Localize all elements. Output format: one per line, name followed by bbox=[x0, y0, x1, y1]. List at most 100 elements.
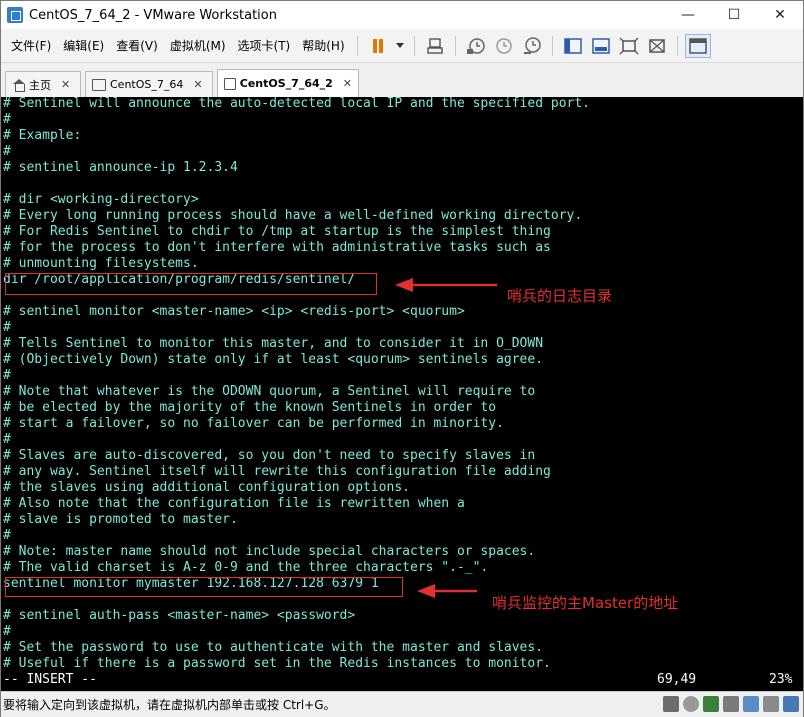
menu-vm[interactable]: 虚拟机(M) bbox=[164, 37, 232, 54]
terminal-line: # bbox=[3, 144, 11, 159]
terminal-line: # bbox=[3, 624, 11, 639]
tab-close-icon[interactable]: ✕ bbox=[193, 78, 202, 91]
home-icon bbox=[12, 78, 26, 92]
status-bar: 要将输入定向到该虚拟机，请在虚拟机内部单击或按 Ctrl+G。 bbox=[1, 691, 803, 717]
snapshot-button[interactable] bbox=[463, 34, 489, 58]
menu-edit[interactable]: 编辑(E) bbox=[57, 37, 110, 54]
status-message: 要将输入定向到该虚拟机，请在虚拟机内部单击或按 Ctrl+G。 bbox=[3, 698, 336, 712]
tab-label: CentOS_7_64_2 bbox=[239, 77, 333, 90]
snapshot-manager-button[interactable] bbox=[519, 34, 545, 58]
close-button[interactable]: ✕ bbox=[757, 1, 803, 29]
console-view-button[interactable] bbox=[588, 34, 614, 58]
window-controls: — ☐ ✕ bbox=[665, 1, 803, 29]
menu-file[interactable]: 文件(F) bbox=[5, 37, 57, 54]
toolbar-separator bbox=[676, 35, 678, 56]
terminal-line: # Tells Sentinel to monitor this master,… bbox=[3, 336, 544, 351]
hard-disk-icon[interactable] bbox=[663, 696, 679, 712]
tab-centos-7-64-2[interactable]: CentOS_7_64_2 ✕ bbox=[217, 69, 359, 97]
terminal-line: # Sentinel will announce the auto-detect… bbox=[3, 97, 590, 111]
menu-tabs[interactable]: 选项卡(T) bbox=[232, 37, 297, 54]
tab-close-icon[interactable]: ✕ bbox=[343, 77, 352, 90]
pause-icon bbox=[371, 38, 385, 53]
toolbar-separator bbox=[356, 35, 358, 56]
revert-snapshot-button[interactable] bbox=[491, 34, 517, 58]
sound-card-icon[interactable] bbox=[743, 696, 759, 712]
terminal-line: # For Redis Sentinel to chdir to /tmp at… bbox=[3, 224, 551, 239]
terminal-line: # unmounting filesystems. bbox=[3, 256, 199, 271]
cd-rom-icon[interactable] bbox=[683, 696, 699, 712]
dropdown-icon bbox=[395, 43, 404, 48]
toolbar-separator bbox=[413, 35, 415, 56]
toolbar-separator bbox=[454, 35, 456, 56]
vmware-window: CentOS_7_64_2 - VMware Workstation — ☐ ✕… bbox=[0, 0, 804, 717]
tab-label: 主页 bbox=[29, 78, 51, 92]
terminal-line: # sentinel auth-pass <master-name> <pass… bbox=[3, 608, 356, 623]
terminal-line: # sentinel monitor <master-name> <ip> <r… bbox=[3, 304, 465, 319]
monitor-annotation-arrow bbox=[417, 584, 477, 598]
monitor-annotation-label: 哨兵监控的主Master的地址 bbox=[492, 594, 679, 612]
terminal-line: # slave is promoted to master. bbox=[3, 512, 238, 527]
terminal-line: # Every long running process should have… bbox=[3, 208, 583, 223]
terminal-line: # start a failover, so no failover can b… bbox=[3, 416, 504, 431]
terminal-line: # Note that whatever is the ODOWN quorum… bbox=[3, 384, 536, 399]
minimize-button[interactable]: — bbox=[665, 1, 711, 29]
terminal-line: # Slaves are auto-discovered, so you don… bbox=[3, 448, 536, 463]
terminal-line: # Useful if there is a password set in t… bbox=[3, 656, 551, 671]
menu-help[interactable]: 帮助(H) bbox=[296, 37, 350, 54]
terminal-line: # The valid charset is A-z 0-9 and the t… bbox=[3, 560, 489, 575]
printer-icon[interactable] bbox=[763, 696, 779, 712]
terminal-line: # any way. Sentinel itself will rewrite … bbox=[3, 464, 551, 479]
terminal-line: # for the process to don't interfere wit… bbox=[3, 240, 551, 255]
tab-close-icon[interactable]: ✕ bbox=[61, 78, 70, 91]
snapshot-icon bbox=[466, 37, 485, 54]
tab-label: CentOS_7_64 bbox=[110, 78, 184, 91]
maximize-icon: ☐ bbox=[727, 7, 741, 23]
toolbar-separator bbox=[551, 35, 553, 56]
tab-bar: 主页 ✕ CentOS_7_64 ✕ CentOS_7_64_2 ✕ bbox=[1, 63, 803, 97]
vm-console[interactable]: # Useful if there is a password set in t… bbox=[1, 97, 803, 691]
terminal-line: # bbox=[3, 368, 11, 383]
terminal-line: # Example: bbox=[3, 128, 82, 143]
close-icon: ✕ bbox=[774, 7, 786, 23]
power-dropdown-button[interactable] bbox=[393, 34, 407, 58]
library-view-icon bbox=[688, 37, 707, 54]
dir-highlight-box bbox=[5, 273, 377, 295]
sidebar-toggle-button[interactable] bbox=[560, 34, 586, 58]
display-icon[interactable] bbox=[783, 696, 799, 712]
send-keys-button[interactable] bbox=[422, 34, 448, 58]
terminal-line: # Note: master name should not include s… bbox=[3, 544, 536, 559]
unity-button[interactable] bbox=[644, 34, 670, 58]
menu-view[interactable]: 查看(V) bbox=[110, 37, 164, 54]
terminal-line: # bbox=[3, 528, 11, 543]
unity-icon bbox=[648, 38, 665, 53]
terminal-line: # Also note that the configuration file … bbox=[3, 496, 465, 511]
library-view-button[interactable] bbox=[684, 33, 711, 58]
title-bar: CentOS_7_64_2 - VMware Workstation — ☐ ✕ bbox=[1, 1, 803, 29]
fullscreen-button[interactable] bbox=[616, 34, 642, 58]
vmware-app-icon bbox=[7, 7, 23, 23]
terminal-line: # bbox=[3, 432, 11, 447]
maximize-button[interactable]: ☐ bbox=[711, 1, 757, 29]
usb-icon[interactable] bbox=[723, 696, 739, 712]
scroll-percent: 23% bbox=[769, 672, 793, 687]
terminal-line: # sentinel announce-ip 1.2.3.4 bbox=[3, 160, 238, 175]
network-adapter-icon[interactable] bbox=[703, 696, 719, 712]
device-status-icons bbox=[663, 696, 799, 712]
send-keys-icon bbox=[426, 37, 443, 54]
terminal-line: # bbox=[3, 112, 11, 127]
dir-annotation-label: 哨兵的日志目录 bbox=[507, 287, 613, 305]
terminal-line: # be elected by the majority of the know… bbox=[3, 400, 497, 415]
tab-centos-7-64[interactable]: CentOS_7_64 ✕ bbox=[85, 71, 213, 97]
monitor-highlight-box bbox=[5, 577, 403, 597]
pause-button[interactable] bbox=[365, 34, 391, 58]
dir-annotation-arrow bbox=[395, 278, 497, 292]
cursor-position: 69,49 bbox=[657, 672, 697, 687]
tab-home[interactable]: 主页 ✕ bbox=[5, 71, 81, 97]
terminal-line: # dir <working-directory> bbox=[3, 192, 199, 207]
revert-snapshot-icon bbox=[495, 37, 512, 54]
fullscreen-icon bbox=[619, 37, 639, 54]
terminal-line: # bbox=[3, 320, 11, 335]
minimize-icon: — bbox=[681, 7, 695, 23]
vm-icon bbox=[224, 77, 236, 90]
console-view-icon bbox=[591, 37, 610, 54]
